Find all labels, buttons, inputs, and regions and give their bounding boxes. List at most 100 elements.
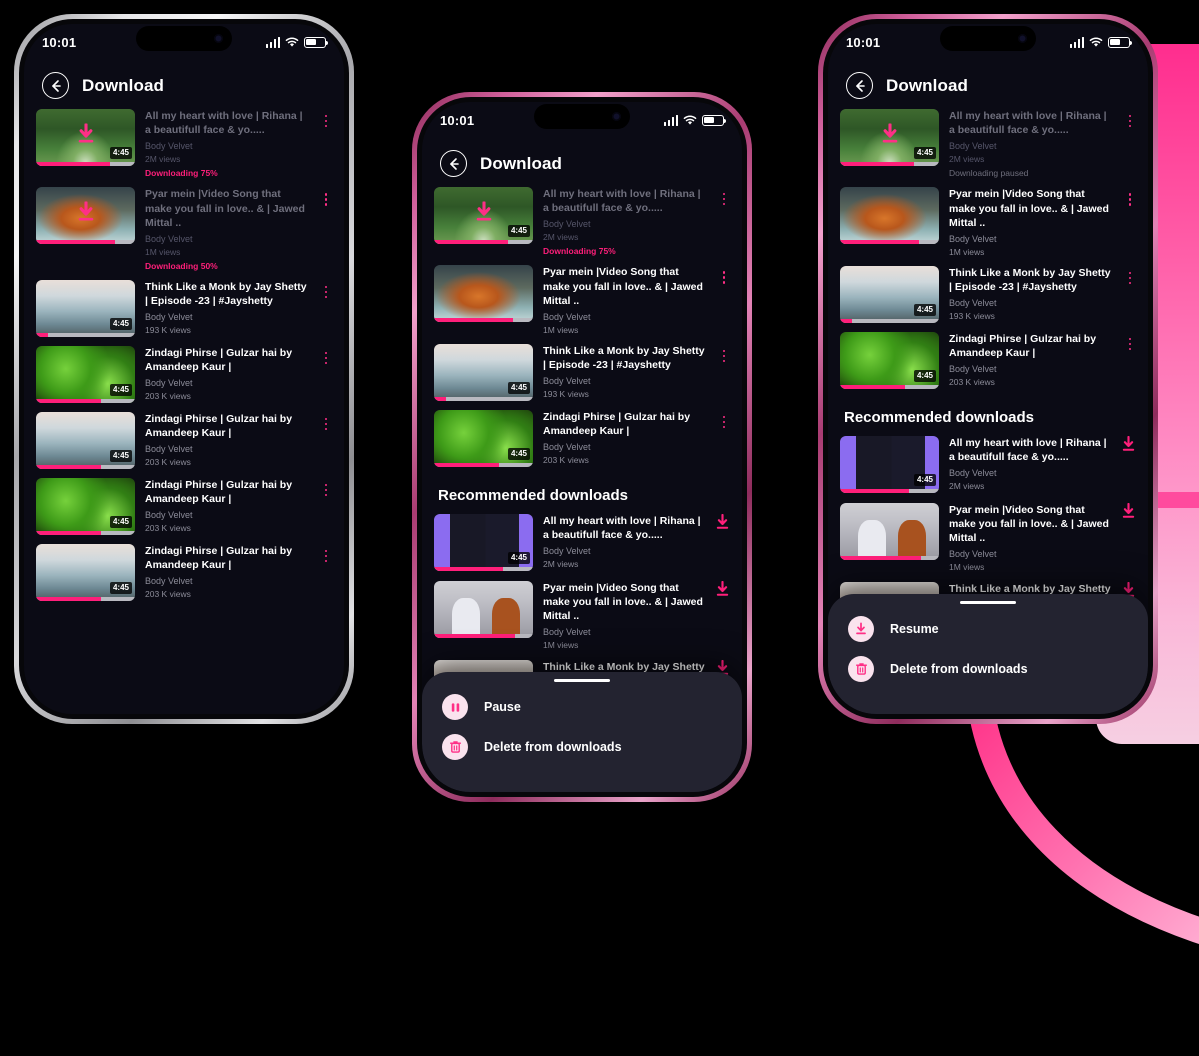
video-thumbnail[interactable]: 4:45 xyxy=(434,187,533,244)
download-progress-bar xyxy=(36,240,135,245)
front-camera-icon xyxy=(214,34,223,43)
more-vertical-icon[interactable] xyxy=(320,187,332,206)
back-button[interactable] xyxy=(42,72,69,99)
more-vertical-icon[interactable] xyxy=(1124,187,1136,206)
video-thumbnail[interactable] xyxy=(36,187,135,245)
download-arrow-icon[interactable] xyxy=(715,513,730,530)
video-channel: Body Velvet xyxy=(543,546,591,557)
sheet-item-delete-from-downloads[interactable]: Delete from downloads xyxy=(848,656,1128,682)
more-vertical-icon[interactable] xyxy=(718,187,730,206)
video-thumbnail[interactable] xyxy=(434,265,533,323)
download-arrow-icon[interactable] xyxy=(1121,435,1136,452)
video-thumbnail[interactable]: 4:45 xyxy=(36,109,135,166)
video-thumbnail[interactable] xyxy=(840,502,939,560)
more-vertical-icon[interactable] xyxy=(320,346,332,365)
front-camera-icon xyxy=(1018,34,1027,43)
video-list-item[interactable]: 4:45 Think Like a Monk by Jay Shetty | Ep… xyxy=(36,279,332,337)
video-thumbnail[interactable]: 4:45 xyxy=(840,435,939,493)
progress-fill xyxy=(434,566,504,571)
more-vertical-icon[interactable] xyxy=(320,544,332,563)
progress-fill xyxy=(36,596,102,601)
downloads-list: 4:45 All my heart with love | Rihana | a … xyxy=(422,187,742,467)
video-thumbnail[interactable]: 4:45 xyxy=(36,345,135,403)
download-arrow-icon[interactable] xyxy=(715,580,730,597)
download-progress-bar xyxy=(36,464,135,469)
more-vertical-icon[interactable] xyxy=(320,478,332,497)
progress-fill xyxy=(434,318,514,323)
video-list-item[interactable]: 4:45 Zindagi Phirse | Gulzar hai by Amand… xyxy=(36,477,332,535)
video-list-item[interactable]: 4:45 All my heart with love | Rihana | a … xyxy=(840,435,1136,493)
video-list-item[interactable]: Pyar mein |Video Song that make you fall… xyxy=(36,187,332,271)
video-thumbnail[interactable] xyxy=(434,580,533,638)
more-vertical-icon[interactable] xyxy=(718,410,730,429)
more-vertical-icon[interactable] xyxy=(320,412,332,431)
download-arrow-icon[interactable] xyxy=(1121,502,1136,519)
more-vertical-icon[interactable] xyxy=(1124,109,1136,128)
video-thumbnail[interactable]: 4:45 xyxy=(36,279,135,337)
sheet-item-delete-from-downloads[interactable]: Delete from downloads xyxy=(442,734,722,760)
download-progress-bar xyxy=(434,566,533,571)
download-overlay-icon xyxy=(78,123,93,143)
sheet-item-pause[interactable]: Pause xyxy=(442,694,722,720)
video-list-item[interactable]: 4:45 All my heart with love | Rihana | a … xyxy=(434,187,730,256)
video-title: Pyar mein |Video Song that make you fall… xyxy=(949,188,1109,229)
back-button[interactable] xyxy=(846,72,873,99)
video-thumbnail[interactable]: 4:45 xyxy=(434,409,533,467)
video-list-item[interactable]: 4:45 All my heart with love | Rihana | a … xyxy=(36,109,332,178)
download-progress-bar xyxy=(36,596,135,601)
more-vertical-icon[interactable] xyxy=(1124,332,1136,351)
pause-icon xyxy=(451,702,459,712)
video-meta: Think Like a Monk by Jay Shetty | Episod… xyxy=(949,266,1114,321)
video-thumbnail[interactable]: 4:45 xyxy=(36,477,135,535)
more-vertical-icon[interactable] xyxy=(718,344,730,363)
video-list-item[interactable]: Pyar mein |Video Song that make you fall… xyxy=(434,580,730,650)
video-thumbnail[interactable]: 4:45 xyxy=(840,265,939,323)
sheet-item-resume[interactable]: Resume xyxy=(848,616,1128,642)
video-thumbnail[interactable]: 4:45 xyxy=(840,331,939,389)
video-list-item[interactable]: 4:45 Zindagi Phirse | Gulzar hai by Amand… xyxy=(434,409,730,467)
signal-bars-icon xyxy=(663,114,678,126)
video-duration: 4:45 xyxy=(109,383,132,396)
sheet-grabber[interactable] xyxy=(960,601,1016,604)
video-list-item[interactable]: 4:45 Zindagi Phirse | Gulzar hai by Amand… xyxy=(840,331,1136,389)
video-thumbnail[interactable]: 4:45 xyxy=(434,513,533,571)
download-progress-bar xyxy=(36,398,135,403)
video-list-item[interactable]: 4:45 Zindagi Phirse | Gulzar hai by Amand… xyxy=(36,543,332,601)
video-thumbnail[interactable]: 4:45 xyxy=(840,109,939,166)
download-overlay-icon xyxy=(882,123,897,143)
more-vertical-icon[interactable] xyxy=(1124,266,1136,285)
video-meta: Zindagi Phirse | Gulzar hai by Amandeep … xyxy=(145,544,310,599)
battery-icon xyxy=(304,36,329,48)
video-thumbnail[interactable] xyxy=(840,187,939,245)
video-channel: Body Velvet xyxy=(145,576,193,587)
video-list-item[interactable]: Pyar mein |Video Song that make you fall… xyxy=(840,502,1136,572)
video-title: Zindagi Phirse | Gulzar hai by Amandeep … xyxy=(145,412,293,440)
more-vertical-icon[interactable] xyxy=(718,265,730,284)
video-views: 1M views xyxy=(145,246,181,257)
sheet-items: Resume Delete from downloads xyxy=(828,594,1148,682)
video-list-item[interactable]: 4:45 Zindagi Phirse | Gulzar hai by Amand… xyxy=(36,345,332,403)
more-vertical-icon[interactable] xyxy=(320,280,332,299)
video-views: 203 K views xyxy=(543,455,589,466)
sheet-grabber[interactable] xyxy=(554,679,610,682)
more-vertical-icon[interactable] xyxy=(320,109,332,128)
download-overlay-icon xyxy=(476,201,491,221)
video-list-item[interactable]: 4:45 Think Like a Monk by Jay Shetty | Ep… xyxy=(840,265,1136,323)
video-list-item[interactable]: 4:45 Think Like a Monk by Jay Shetty | Ep… xyxy=(434,343,730,401)
video-channel: Body Velvet xyxy=(949,141,997,152)
download-progress-bar xyxy=(434,318,533,323)
trash-icon xyxy=(442,734,468,760)
video-list-item[interactable]: 4:45 All my heart with love | Rihana | a … xyxy=(434,513,730,571)
video-thumbnail[interactable]: 4:45 xyxy=(434,343,533,401)
video-list-item[interactable]: 4:45 All my heart with love | Rihana | a … xyxy=(840,109,1136,178)
download-progress-bar xyxy=(840,555,939,560)
video-thumbnail[interactable]: 4:45 xyxy=(36,543,135,601)
video-list-item[interactable]: 4:45 Zindagi Phirse | Gulzar hai by Amand… xyxy=(36,411,332,469)
back-button[interactable] xyxy=(440,150,467,177)
video-views: 1M views xyxy=(949,246,985,257)
video-list-item[interactable]: Pyar mein |Video Song that make you fall… xyxy=(434,265,730,335)
video-thumbnail[interactable]: 4:45 xyxy=(36,411,135,469)
wifi-icon xyxy=(285,37,299,47)
video-meta: Think Like a Monk by Jay Shetty | Episod… xyxy=(145,280,310,335)
video-list-item[interactable]: Pyar mein |Video Song that make you fall… xyxy=(840,187,1136,257)
